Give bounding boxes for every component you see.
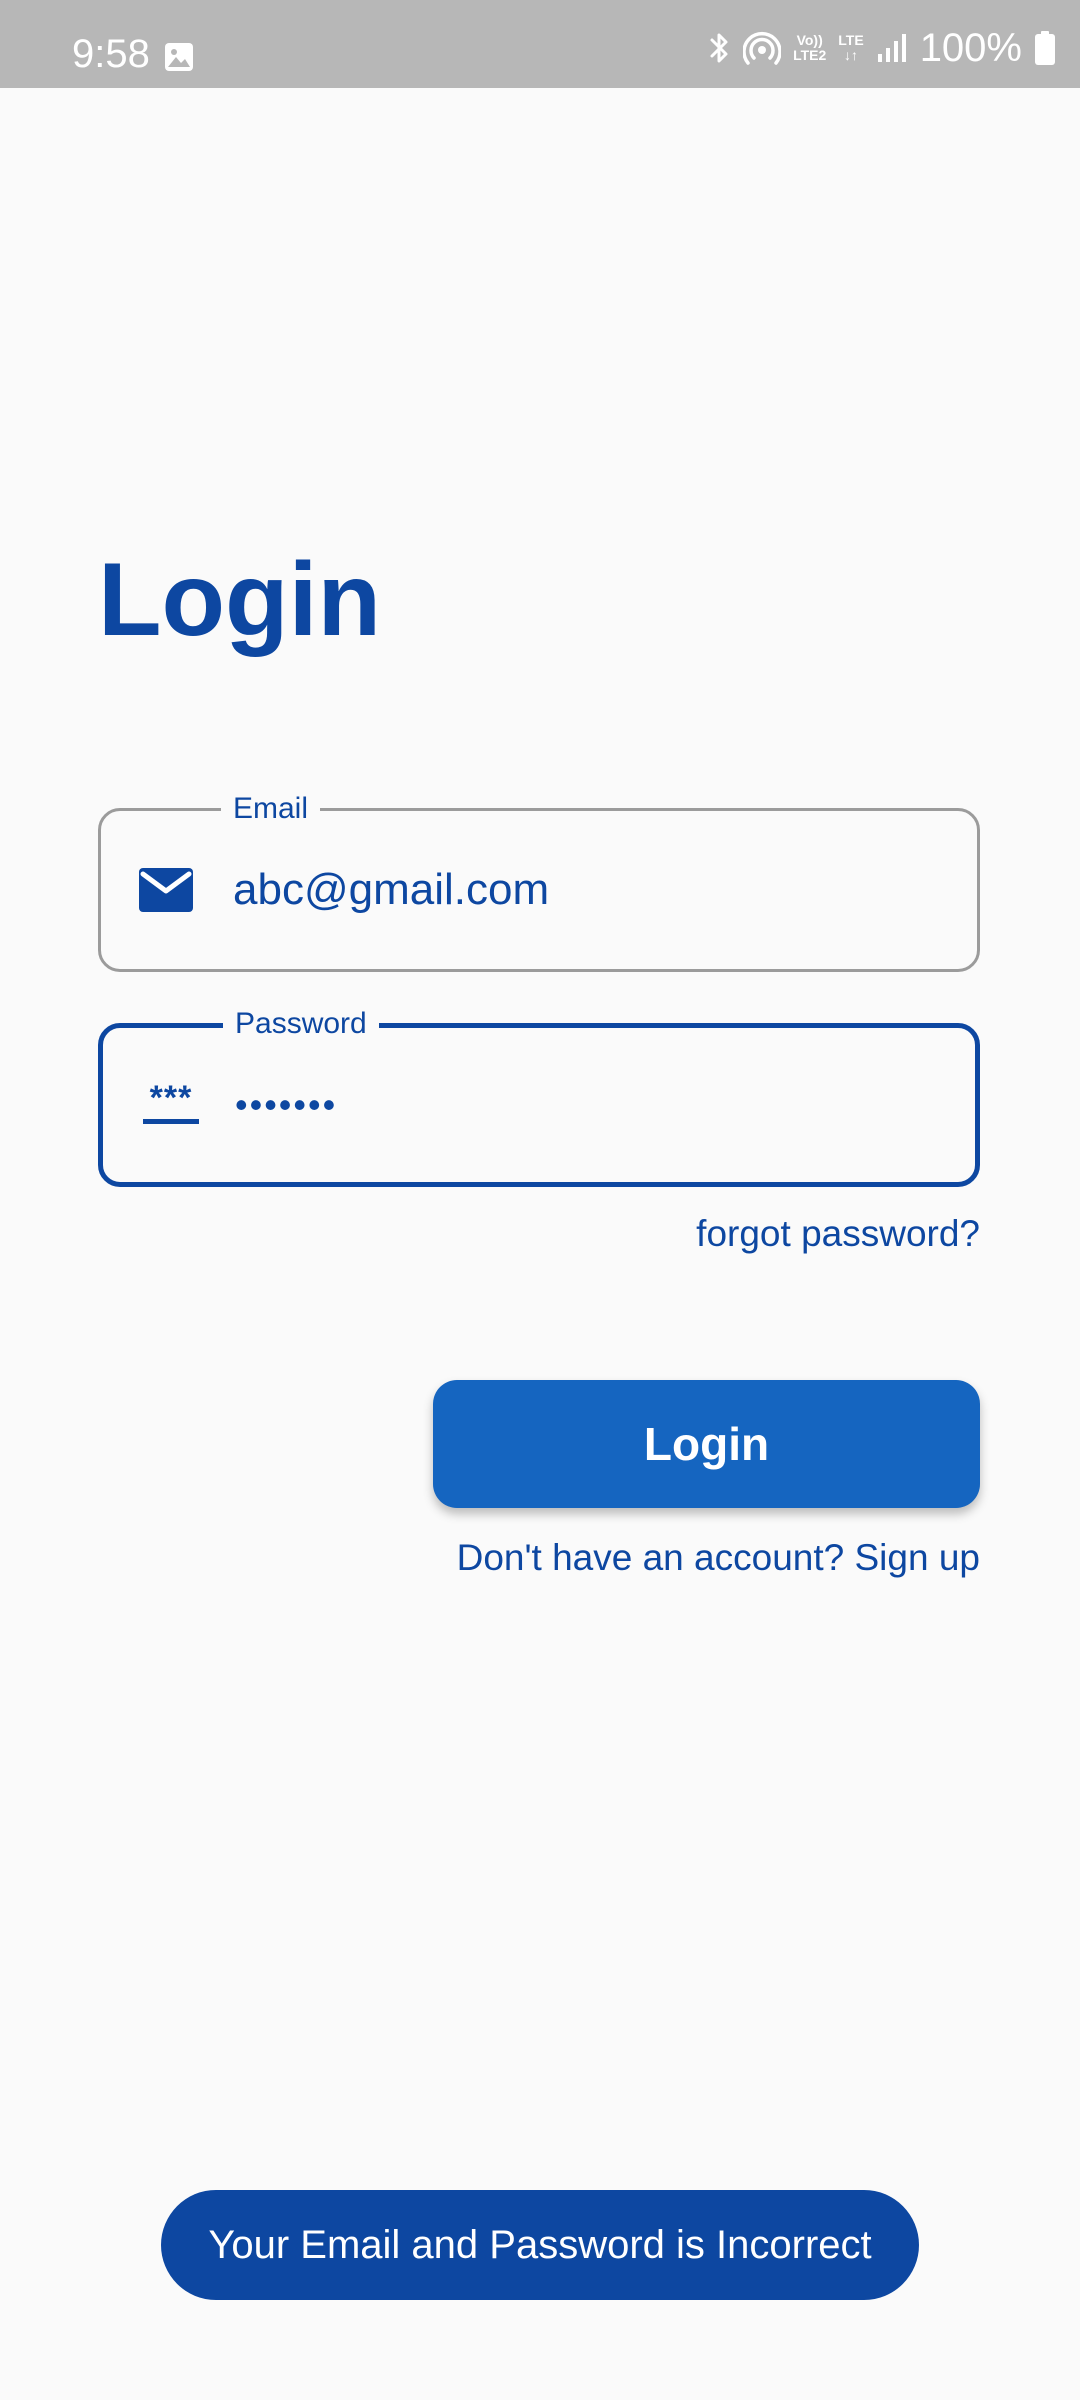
- signal-icon: [877, 34, 906, 62]
- signup-prompt: Don't have an account? Sign up: [457, 1536, 980, 1580]
- hotspot-icon: [743, 32, 782, 65]
- volte-indicator: Vo)) LTE2: [793, 33, 826, 62]
- signup-prompt-text: Don't have an account?: [456, 1537, 855, 1578]
- forgot-password-link[interactable]: forgot password?: [696, 1212, 980, 1256]
- battery-percentage: 100%: [919, 26, 1022, 70]
- email-label: Email: [221, 791, 321, 827]
- password-asterisk-icon: ***: [143, 1083, 199, 1124]
- email-field[interactable]: Email: [98, 791, 980, 972]
- email-input[interactable]: [233, 860, 947, 920]
- error-toast-message: Your Email and Password is Incorrect: [208, 2222, 872, 2267]
- signup-link[interactable]: Sign up: [855, 1537, 981, 1578]
- lte-arrows: ↓↑: [843, 47, 858, 63]
- password-field[interactable]: Password ***: [98, 1006, 980, 1187]
- page-title: Login: [98, 542, 382, 658]
- error-toast: Your Email and Password is Incorrect: [161, 2190, 919, 2300]
- status-bar: 9:58 Vo)) LTE2 LTE ↓↑ 100%: [0, 0, 1080, 88]
- status-time: 9:58: [72, 32, 150, 76]
- battery-icon: [1035, 31, 1055, 65]
- mail-icon: [139, 868, 193, 912]
- status-icons: Vo)) LTE2 LTE ↓↑ 100%: [707, 28, 1056, 68]
- volte-top-label: Vo)): [796, 32, 823, 49]
- lte-label: LTE: [838, 32, 864, 49]
- password-input[interactable]: [235, 1075, 945, 1135]
- password-label: Password: [223, 1006, 379, 1042]
- svg-text:***: ***: [150, 1083, 193, 1117]
- gallery-icon: [165, 43, 193, 71]
- login-button[interactable]: Login: [433, 1380, 980, 1508]
- lte-indicator: LTE ↓↑: [838, 33, 863, 62]
- volte-bottom-label: LTE2: [793, 47, 827, 63]
- bluetooth-icon: [710, 33, 728, 63]
